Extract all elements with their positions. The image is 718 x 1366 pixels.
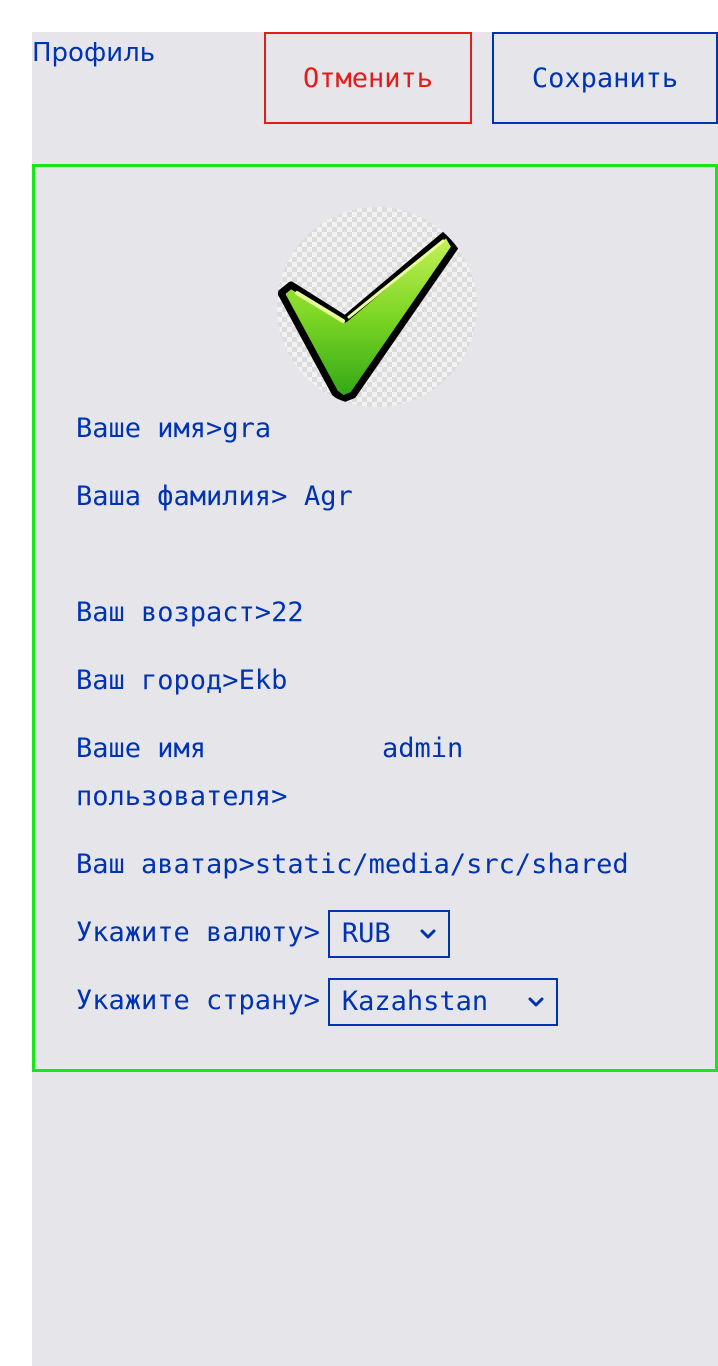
cancel-button[interactable]: Отменить — [264, 32, 472, 124]
profile-card: Ваше имя>gra Ваша фамилия> Agr Ваш возра… — [32, 164, 718, 1072]
surname-row: Ваша фамилия> Agr — [76, 473, 353, 521]
username-row: Ваше имя пользователя> admin — [76, 725, 463, 821]
surname-value[interactable]: Agr — [304, 473, 353, 521]
currency-select[interactable]: RUB — [327, 909, 450, 958]
username-value[interactable]: admin — [382, 725, 463, 821]
chevron-down-icon — [528, 997, 544, 1006]
avatar-value[interactable]: static/media/src/shared — [255, 849, 629, 880]
country-selected: Kazahstan — [341, 985, 489, 1017]
avatar-row: Ваш аватар>static/media/src/shared — [76, 841, 674, 889]
page-title: Профиль — [32, 38, 156, 68]
age-label: Ваш возраст> — [76, 597, 272, 628]
surname-label: Ваша фамилия> — [76, 481, 288, 512]
city-label: Ваш город> — [76, 665, 239, 696]
chevron-down-icon — [420, 929, 436, 938]
city-row: Ваш город>Ekb — [76, 657, 287, 705]
save-button[interactable]: Сохранить — [492, 32, 718, 124]
age-value[interactable]: 22 — [271, 597, 304, 628]
age-row: Ваш возраст>22 — [76, 589, 304, 637]
profile-page: Профиль Отменить Сохранить Ваше имя>gra — [32, 32, 718, 1366]
currency-label: Укажите валюту> — [76, 917, 320, 948]
checkmark-icon — [277, 229, 459, 403]
name-row: Ваше имя>gra — [76, 405, 271, 453]
country-select[interactable]: Kazahstan — [327, 977, 558, 1026]
avatar-label: Ваш аватар> — [76, 849, 255, 880]
country-row: Укажите страну> Kazahstan — [76, 977, 558, 1026]
country-label: Укажите страну> — [76, 985, 320, 1016]
username-label: Ваше имя пользователя> — [76, 733, 288, 812]
currency-row: Укажите валюту> RUB — [76, 909, 450, 958]
currency-selected: RUB — [341, 917, 391, 949]
city-value[interactable]: Ekb — [239, 665, 288, 696]
avatar — [277, 207, 477, 407]
name-value[interactable]: gra — [222, 413, 271, 444]
name-label: Ваше имя> — [76, 413, 223, 444]
